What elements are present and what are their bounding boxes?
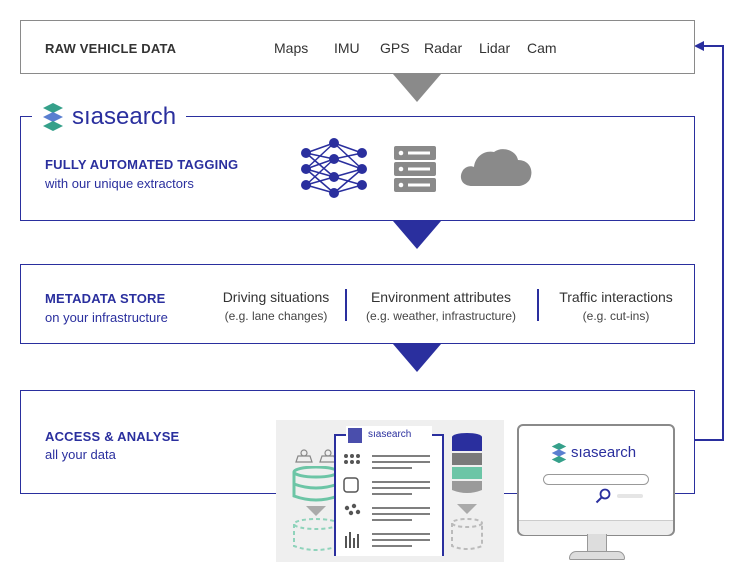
metadata-title: METADATA STORE: [45, 291, 166, 306]
metadata-column-environment: Environment attributes (e.g. weather, in…: [353, 289, 529, 323]
column-example: (e.g. lane changes): [224, 309, 328, 323]
logo-suffix: search: [104, 103, 177, 130]
metadata-column-driving: Driving situations (e.g. lane changes): [211, 289, 341, 323]
siasearch-logo: sıasearch: [32, 97, 186, 137]
down-arrow-left: [306, 506, 326, 516]
column-label: Environment attributes: [370, 289, 512, 305]
column-divider: [537, 289, 539, 321]
down-arrow-right: [457, 504, 477, 514]
column-example: (e.g. cut-ins): [582, 309, 650, 323]
metadata-store-box: METADATA STORE on your infrastructure Dr…: [20, 264, 695, 344]
logo-prefix: sıa: [72, 103, 105, 130]
access-title: ACCESS & ANALYSE: [45, 429, 180, 444]
access-subtitle: all your data: [45, 447, 116, 462]
cloud-icon: [460, 149, 532, 186]
column-label: Driving situations: [222, 289, 330, 305]
metadata-column-traffic: Traffic interactions (e.g. cut-ins): [545, 289, 687, 323]
metadata-list-icon: [343, 454, 430, 548]
logo-prefix: sıa: [571, 444, 592, 461]
flow-arrow-3: [393, 344, 441, 372]
app-panel-logo: sıasearch: [346, 426, 432, 444]
dashed-database-left-icon: [293, 518, 339, 551]
monitor-chin: [519, 520, 673, 535]
monitor-search-hint: [617, 494, 643, 498]
logo-suffix: search: [591, 444, 637, 461]
column-label: Traffic interactions: [559, 289, 673, 305]
source-maps: Maps: [274, 40, 309, 56]
tagging-subtitle: with our unique extractors: [45, 176, 194, 191]
metadata-database-icon: [452, 433, 482, 493]
source-database-icon: [292, 466, 340, 502]
column-example: (e.g. weather, infrastructure): [365, 309, 517, 323]
source-gps: GPS: [380, 40, 410, 56]
search-icon: [595, 488, 611, 504]
monitor-illustration: sıasearch: [517, 424, 675, 564]
flow-arrow-1: [393, 74, 441, 102]
source-radar: Radar: [424, 40, 463, 56]
raw-vehicle-data-title: RAW VEHICLE DATA: [45, 41, 177, 56]
monitor-stand: [587, 534, 607, 552]
metadata-subtitle: on your infrastructure: [45, 310, 168, 325]
source-imu: IMU: [334, 40, 360, 56]
neural-network-icon: [301, 138, 367, 198]
logo-suffix: search: [381, 429, 412, 440]
logo-mark-small-icon: [348, 428, 362, 443]
source-cam: Cam: [527, 40, 557, 56]
monitor-search-bar: [543, 474, 649, 485]
monitor-logo-mark-icon: [551, 442, 567, 464]
monitor-base: [569, 551, 625, 560]
flow-arrow-2: [393, 221, 441, 249]
monitor-logo-text: sıasearch: [571, 444, 636, 461]
app-panel: sıasearch: [334, 426, 444, 556]
tagging-title: FULLY AUTOMATED TAGGING: [45, 157, 239, 172]
dashed-database-right-icon: [451, 518, 483, 550]
server-icon: [394, 146, 436, 192]
logo-mark-icon: [43, 103, 63, 131]
logo-prefix: sıa: [368, 429, 382, 440]
raw-vehicle-data-box: RAW VEHICLE DATA Maps IMU GPS Radar Lida…: [20, 20, 695, 74]
source-lidar: Lidar: [479, 40, 511, 56]
feedback-loop-arrow: [694, 41, 724, 441]
column-divider: [345, 289, 347, 321]
data-pipeline-illustration: sıasearch: [276, 420, 504, 562]
